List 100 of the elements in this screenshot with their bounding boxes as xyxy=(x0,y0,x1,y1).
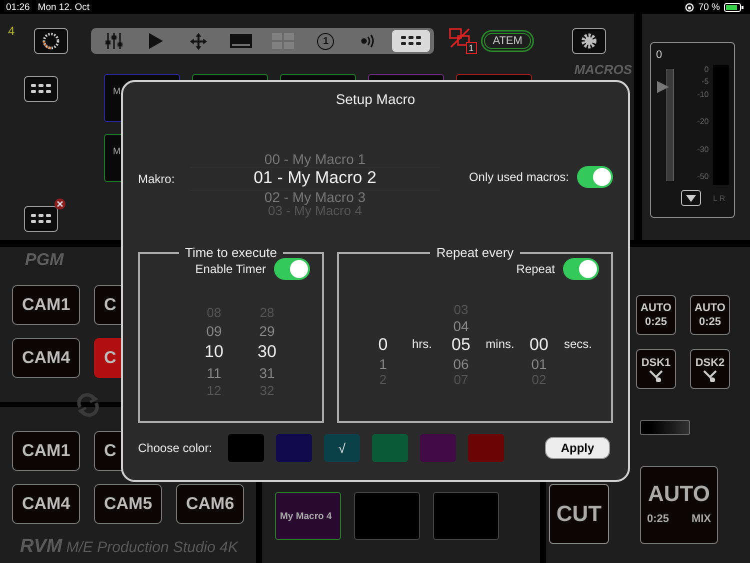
spinner-icon xyxy=(42,32,60,50)
scale-label: -20 xyxy=(697,117,709,127)
counter-text: 4 xyxy=(8,24,15,38)
battery-percent: 70 % xyxy=(698,2,720,12)
clock-time: 01:26 xyxy=(6,2,30,12)
screen-icon xyxy=(230,34,252,48)
macro-button[interactable]: My Macro 4 xyxy=(275,492,341,540)
mode-label: MIX xyxy=(691,513,711,525)
picker-item[interactable]: 06 xyxy=(453,356,469,372)
macro-label: Makro: xyxy=(138,172,176,186)
camera-button[interactable]: CAM5 xyxy=(94,484,162,524)
picker-item[interactable]: 0 xyxy=(378,334,388,356)
apply-button[interactable]: Apply xyxy=(545,437,610,459)
mixer-icon xyxy=(104,32,123,50)
toggle-label: Only used macros: xyxy=(468,170,569,184)
unit-label: hrs. xyxy=(410,337,433,353)
scale-label: -10 xyxy=(697,90,709,100)
camera-button[interactable]: CAM4 xyxy=(12,338,80,378)
picker-item[interactable]: 29 xyxy=(259,322,275,340)
dropdown-button[interactable] xyxy=(681,190,701,206)
fader-thumb[interactable] xyxy=(657,80,669,93)
camera-button[interactable]: CAM1 xyxy=(12,431,80,471)
keyboard-icon xyxy=(30,213,52,225)
color-swatch[interactable] xyxy=(468,434,504,462)
transition-bar[interactable] xyxy=(640,420,690,435)
remove-icon xyxy=(54,198,66,210)
keyboard-icon xyxy=(30,83,52,95)
toggle-switch[interactable] xyxy=(274,258,310,280)
program-heading: PGM xyxy=(25,250,64,270)
camera-button[interactable]: CAM4 xyxy=(12,484,80,524)
keyboard-button[interactable] xyxy=(24,76,58,102)
unit-label: mins. xyxy=(484,337,516,353)
group-title: Repeat every xyxy=(435,245,515,260)
toggle-label: Repeat xyxy=(516,262,555,276)
scale-label: -50 xyxy=(697,172,709,182)
move-icon xyxy=(190,32,208,50)
dialog-title: Setup Macro xyxy=(334,91,416,107)
activity-button[interactable] xyxy=(34,28,68,54)
picker-item[interactable]: 30 xyxy=(258,340,276,364)
keyboard-button[interactable] xyxy=(24,206,58,232)
auto-mix-button[interactable]: AUTO 0:25 MIX xyxy=(640,466,718,544)
picker-item[interactable]: 10 xyxy=(204,340,224,364)
scale-label: -30 xyxy=(697,145,709,155)
macro-label: M xyxy=(113,146,120,156)
picker-item[interactable]: 00 xyxy=(530,334,548,356)
number-button[interactable]: 1 xyxy=(317,32,334,50)
picker-item[interactable]: 01 - My Macro 2 xyxy=(254,167,376,189)
group-title: Time to execute xyxy=(184,245,278,260)
toggle-switch[interactable] xyxy=(563,258,599,280)
scale-label: 0 xyxy=(704,65,709,75)
gain-value: 0 xyxy=(656,49,664,63)
auto-button[interactable]: AUTO 0:25 xyxy=(636,295,676,335)
keyer-button[interactable]: DSK1 xyxy=(636,349,676,389)
connection-badge: ATEM xyxy=(484,33,532,49)
battery-icon xyxy=(724,2,744,12)
macro-button[interactable] xyxy=(354,492,420,540)
camera-button[interactable]: CAM1 xyxy=(12,285,80,325)
auto-button[interactable]: AUTO 0:25 xyxy=(690,295,730,335)
channel-label: L R xyxy=(713,194,726,202)
color-swatch[interactable] xyxy=(228,434,264,462)
brand-logo: RVM xyxy=(20,536,62,558)
picker-item[interactable]: 1 xyxy=(379,356,387,372)
fork-icon xyxy=(703,370,717,382)
camera-button[interactable]: CAM6 xyxy=(176,484,244,524)
keyer-button[interactable]: DSK2 xyxy=(690,349,730,389)
keyboard-icon xyxy=(400,35,422,47)
scale-label: -5 xyxy=(702,77,709,87)
picker-item[interactable]: 11 xyxy=(206,364,222,382)
toggle-label: Enable Timer xyxy=(195,262,266,276)
macros-heading: MACROS xyxy=(574,62,632,77)
keyer-label: DSK2 xyxy=(695,356,725,370)
color-swatch[interactable] xyxy=(372,434,408,462)
picker-item[interactable]: 04 xyxy=(453,318,469,334)
macro-label: M xyxy=(113,86,120,96)
model-name: M/E Production Studio 4K xyxy=(66,539,238,556)
cut-button[interactable]: CUT xyxy=(549,484,609,544)
keyboard-button[interactable] xyxy=(392,30,430,52)
rotation-lock-icon xyxy=(685,2,694,12)
color-label: Choose color: xyxy=(138,441,214,455)
toggle-switch[interactable] xyxy=(577,166,613,188)
play-icon xyxy=(149,33,164,49)
settings-icon xyxy=(580,32,598,50)
color-swatch[interactable] xyxy=(276,434,312,462)
unit-label: secs. xyxy=(562,337,593,353)
speaker-waves-icon xyxy=(361,33,376,49)
settings-button[interactable] xyxy=(572,28,606,54)
disconnected-icon xyxy=(448,28,471,48)
color-swatch[interactable]: √ xyxy=(324,434,360,462)
date-text: Mon 12. Oct xyxy=(38,2,90,12)
color-swatch[interactable] xyxy=(420,434,456,462)
duration-label: 0:25 xyxy=(647,513,670,525)
picker-item[interactable]: 01 xyxy=(531,356,547,372)
picker-item[interactable]: 31 xyxy=(259,364,275,382)
fork-icon xyxy=(649,370,663,382)
picker-item[interactable]: 09 xyxy=(206,322,222,340)
count-badge: 1 xyxy=(466,42,477,54)
caret-icon xyxy=(686,194,696,202)
macro-button[interactable] xyxy=(433,492,499,540)
picker-item[interactable]: 05 xyxy=(452,334,470,356)
auto-label: AUTO xyxy=(647,481,711,507)
